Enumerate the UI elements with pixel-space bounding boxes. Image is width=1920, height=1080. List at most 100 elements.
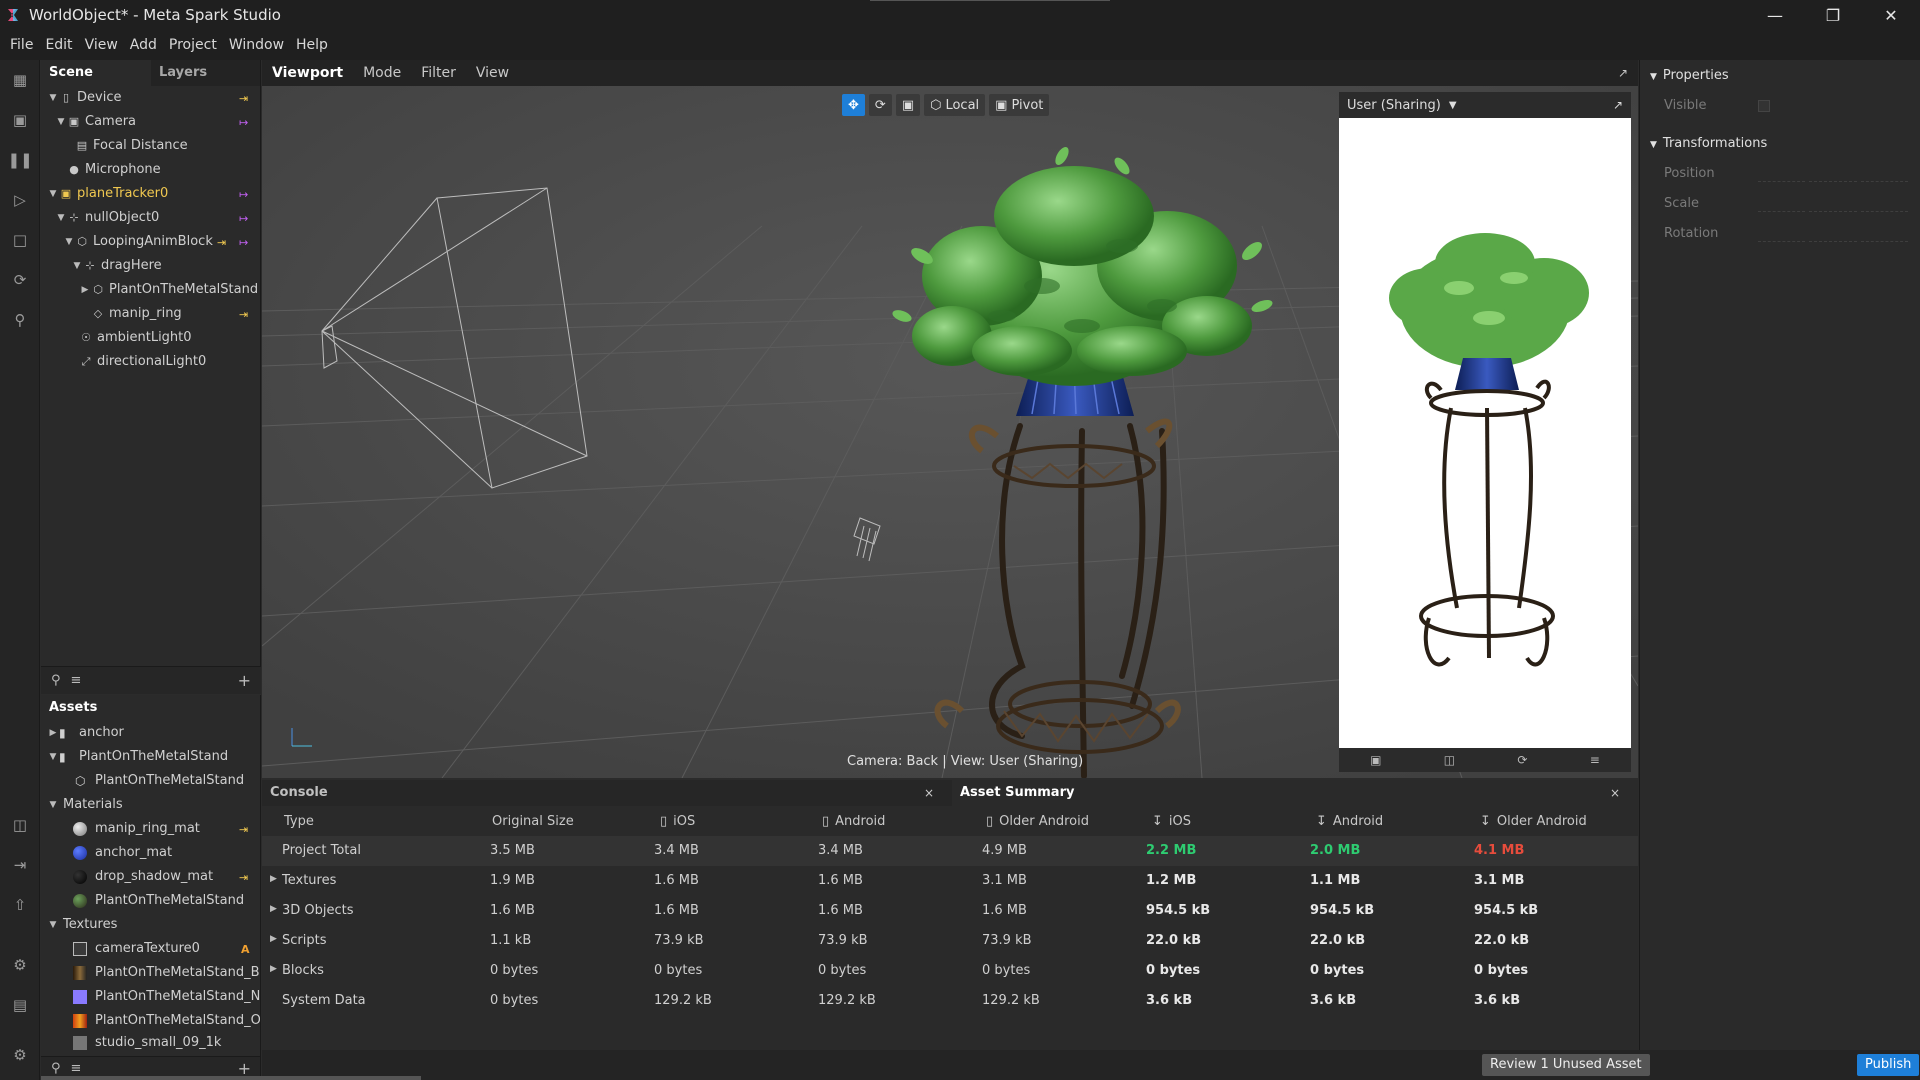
link-icon[interactable]: ⇥	[239, 308, 248, 321]
close-button[interactable]: ✕	[1862, 0, 1920, 30]
properties-section[interactable]: ▼ Properties	[1650, 68, 1729, 83]
menu-mode[interactable]: Mode	[363, 65, 401, 81]
search-icon[interactable]: ⚲	[51, 1061, 61, 1076]
tab-viewport[interactable]: Viewport	[272, 65, 343, 81]
tree-item-focal-distance[interactable]: ▤ Focal Distance	[75, 134, 188, 158]
close-icon[interactable]: ×	[924, 780, 934, 806]
video-icon[interactable]: ▣	[10, 110, 30, 130]
pivot-toggle-button[interactable]: ▣ Pivot	[989, 94, 1050, 116]
asset-item-plant-mesh[interactable]: ⬡ PlantOnTheMetalStand	[75, 769, 260, 793]
link-icon[interactable]: ↦	[239, 212, 248, 225]
link-icon[interactable]: ↦	[239, 116, 248, 129]
pause-icon[interactable]: ❚❚	[7, 150, 32, 170]
expand-arrow-icon[interactable]: ▼	[1650, 140, 1657, 150]
collapse-arrow-icon[interactable]: ▶	[270, 874, 277, 884]
device-selector[interactable]: User (Sharing)	[1347, 98, 1441, 113]
table-row[interactable]: Project Total 3.5 MB 3.4 MB 3.4 MB 4.9 M…	[262, 836, 1638, 866]
asset-item-plant-folder[interactable]: ▼ ▮ PlantOnTheMetalStand	[47, 745, 257, 769]
tab-asset-summary[interactable]: Asset Summary	[952, 780, 1638, 806]
tree-item-directional-light[interactable]: ⤢ directionalLight0	[79, 350, 207, 374]
publish-button[interactable]: Publish	[1857, 1054, 1920, 1076]
visible-checkbox[interactable]	[1758, 100, 1770, 112]
horizontal-scrollbar[interactable]	[41, 1076, 421, 1080]
menu-view-viewport[interactable]: View	[476, 65, 509, 81]
search-icon[interactable]: ⚲	[10, 310, 30, 330]
device-icon[interactable]: ◫	[10, 815, 30, 835]
bug-icon[interactable]: ⚙	[10, 955, 30, 975]
link-icon[interactable]: ⇥	[239, 823, 248, 836]
asset-item-texture-normal[interactable]: PlantOnTheMetalStand_N...	[73, 985, 260, 1009]
asset-item-manip-ring-mat[interactable]: manip_ring_mat	[73, 817, 260, 841]
transformations-section[interactable]: ▼ Transformations	[1650, 136, 1767, 151]
table-row[interactable]: ▶ 3D Objects 1.6 MB 1.6 MB 1.6 MB 1.6 MB…	[262, 896, 1638, 926]
tree-item-null-object[interactable]: ▼ ⊹ nullObject0	[55, 206, 160, 230]
link-icon[interactable]: ↦	[239, 188, 248, 201]
expand-arrow-icon[interactable]: ▼	[63, 230, 75, 254]
chevron-down-icon[interactable]: ▼	[1449, 100, 1457, 111]
move-tool-button[interactable]: ✥	[842, 94, 865, 116]
tree-item-ambient-light[interactable]: ☉ ambientLight0	[79, 326, 191, 350]
expand-arrow-icon[interactable]: ▼	[47, 913, 59, 937]
menu-edit[interactable]: Edit	[45, 37, 72, 53]
table-row[interactable]: ▶ Textures 1.9 MB 1.6 MB 1.6 MB 3.1 MB 1…	[262, 866, 1638, 896]
expand-arrow-icon[interactable]: ▼	[1650, 72, 1657, 82]
tab-scene[interactable]: Scene	[41, 60, 151, 86]
asset-item-anchor-mat[interactable]: anchor_mat	[73, 841, 260, 865]
menu-filter[interactable]: Filter	[421, 65, 456, 81]
asset-item-texture-base[interactable]: PlantOnTheMetalStand_Ba...	[73, 961, 260, 985]
tree-item-device[interactable]: ▼ ▯ Device	[47, 86, 122, 110]
add-icon[interactable]: +	[238, 671, 251, 690]
collapse-arrow-icon[interactable]: ▶	[270, 904, 277, 914]
link-icon[interactable]: ⇥	[239, 871, 248, 884]
asset-folder-textures[interactable]: ▼ Textures	[47, 913, 257, 937]
menu-add[interactable]: Add	[130, 37, 157, 53]
tab-layers[interactable]: Layers	[151, 60, 215, 86]
expand-arrow-icon[interactable]: ▼	[55, 110, 67, 134]
refresh-icon[interactable]: ⟳	[10, 270, 30, 290]
link-icon[interactable]: ⇥	[217, 236, 226, 249]
rotation-fields[interactable]	[1758, 224, 1908, 242]
minimize-button[interactable]: —	[1746, 0, 1804, 30]
scale-tool-button[interactable]: ▣	[895, 94, 921, 116]
table-row[interactable]: ▶ Blocks 0 bytes 0 bytes 0 bytes 0 bytes…	[262, 956, 1638, 986]
table-row[interactable]: System Data 0 bytes 129.2 kB 129.2 kB 12…	[262, 986, 1638, 1016]
scale-fields[interactable]	[1758, 194, 1908, 212]
preview-screen[interactable]	[1339, 118, 1631, 748]
video-icon[interactable]: ▣	[1370, 753, 1381, 767]
menu-view[interactable]: View	[85, 37, 118, 53]
tree-item-plane-tracker[interactable]: ▼ ▣ planeTracker0	[47, 182, 169, 206]
link-icon[interactable]: ↦	[239, 236, 248, 249]
popout-icon[interactable]: ↗	[1613, 98, 1623, 112]
tree-item-drag-here[interactable]: ▼ ⊹ dragHere	[71, 254, 162, 278]
tab-console[interactable]: Console	[262, 780, 952, 806]
expand-arrow-icon[interactable]: ▼	[47, 745, 59, 769]
asset-item-anchor[interactable]: ▶ ▮ anchor	[47, 721, 257, 745]
position-fields[interactable]	[1758, 164, 1908, 182]
menu-project[interactable]: Project	[169, 37, 217, 53]
asset-item-camera-texture[interactable]: cameraTexture0	[73, 937, 260, 961]
layout-icon[interactable]: ▦	[10, 70, 30, 90]
expand-arrow-icon[interactable]: ▼	[47, 86, 59, 110]
tree-item-camera[interactable]: ▼ ▣ Camera	[55, 110, 137, 134]
asset-item-drop-shadow-mat[interactable]: drop_shadow_mat	[73, 865, 260, 889]
expand-arrow-icon[interactable]: ▼	[47, 793, 59, 817]
collapse-arrow-icon[interactable]: ▶	[270, 934, 277, 944]
tree-item-plant-on-metal-stand[interactable]: ▶ ⬡ PlantOnTheMetalStand	[79, 278, 259, 302]
restart-icon[interactable]: ⟳	[1517, 753, 1527, 767]
tree-item-looping-anim-block[interactable]: ▼ ⬡ LoopingAnimBlock	[63, 230, 213, 254]
play-icon[interactable]: ▷	[10, 190, 30, 210]
menu-help[interactable]: Help	[296, 37, 328, 53]
asset-folder-materials[interactable]: ▼ Materials	[47, 793, 257, 817]
asset-item-texture-orm[interactable]: PlantOnTheMetalStand_O...	[73, 1009, 260, 1033]
expand-arrow-icon[interactable]: ▼	[71, 254, 83, 278]
screenshot-icon[interactable]: ◫	[1444, 753, 1455, 767]
local-toggle-button[interactable]: ⬡ Local	[924, 94, 986, 116]
collapse-arrow-icon[interactable]: ▶	[79, 278, 91, 302]
menu-file[interactable]: File	[10, 37, 33, 53]
review-unused-asset-button[interactable]: Review 1 Unused Asset	[1482, 1054, 1650, 1076]
asset-item-plant-mat[interactable]: PlantOnTheMetalStand	[73, 889, 260, 913]
link-icon[interactable]: ⇥	[239, 92, 248, 105]
collapse-arrow-icon[interactable]: ▶	[270, 964, 277, 974]
import-icon[interactable]: ⇥	[10, 855, 30, 875]
popout-icon[interactable]: ↗	[1618, 66, 1628, 80]
